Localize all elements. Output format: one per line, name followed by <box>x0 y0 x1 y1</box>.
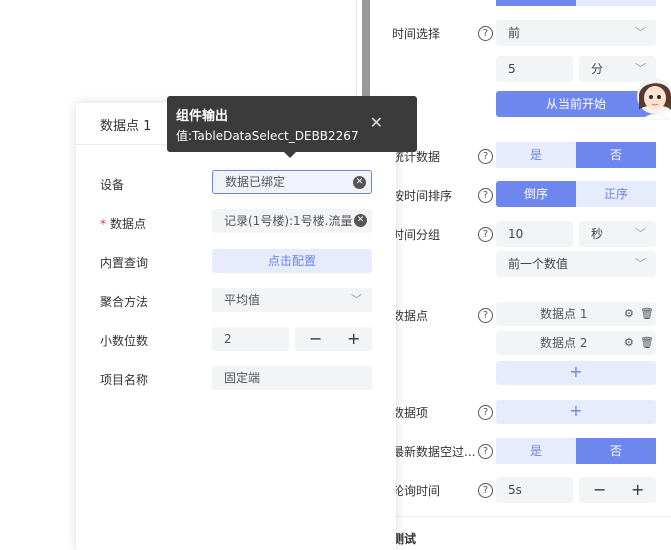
datapoint-label: * 数据点 <box>100 215 146 232</box>
point-item[interactable]: 数据点 2 ⚙ 🗑 <box>496 331 656 355</box>
clear-icon[interactable]: ✕ <box>354 214 367 227</box>
help-icon[interactable]: ? <box>478 149 493 164</box>
help-icon[interactable]: ? <box>478 26 493 41</box>
poll-stepper: − + <box>579 477 656 503</box>
group-unit-value: 秒 <box>591 227 604 241</box>
help-icon[interactable]: ? <box>478 483 493 498</box>
time-amount-value: 5 <box>508 62 516 76</box>
minus-button[interactable]: − <box>593 477 606 503</box>
poll-value: 5s <box>508 483 522 497</box>
item-name-input[interactable]: 固定端 <box>212 366 372 390</box>
item-name-label: 项目名称 <box>100 373 149 387</box>
prev-segment-on[interactable] <box>496 0 576 6</box>
time-amount-input[interactable]: 5 <box>496 56 573 82</box>
assistant-avatar[interactable] <box>633 74 671 120</box>
help-icon[interactable]: ? <box>478 188 493 203</box>
group-unit-select[interactable]: 秒 ﹀ <box>579 221 656 247</box>
trash-icon[interactable]: 🗑 <box>640 302 654 326</box>
tooltip-arrow <box>284 152 296 158</box>
settings-panel: 时间选择 ? 前 ﹀ 5 分 ﹀ 从当前开始 统计数据 ? 是 否 按时间排序 … <box>372 0 671 550</box>
decimals-stepper: − + <box>295 327 372 351</box>
section-divider <box>372 516 671 517</box>
datapoint-label-text: 数据点 <box>110 217 147 231</box>
poll-input[interactable]: 5s <box>496 477 573 503</box>
chevron-down-icon: ﹀ <box>635 257 646 270</box>
device-input[interactable]: 数据已绑定 ✕ <box>212 170 372 194</box>
decimals-label: 小数位数 <box>100 334 149 348</box>
help-icon[interactable]: ? <box>478 308 493 323</box>
add-point-button[interactable]: + <box>496 361 656 385</box>
datapoint-value: 记录(1号楼):1号楼.流量 <box>224 214 353 228</box>
datapoint-dialog: 数据点 1 设备 数据已绑定 ✕ * 数据点 记录(1号楼):1号楼.流量 ✕ 内… <box>76 103 396 550</box>
chevron-down-icon: ﹀ <box>635 227 646 240</box>
from-now-button[interactable]: 从当前开始 <box>496 91 656 117</box>
group-amount-input[interactable]: 10 <box>496 221 573 247</box>
trash-icon[interactable]: 🗑 <box>640 331 654 355</box>
chevron-down-icon: ﹀ <box>351 293 362 306</box>
datapoint-input[interactable]: 记录(1号楼):1号楼.流量 ✕ <box>212 209 372 233</box>
group-fill-select[interactable]: 前一个数值 ﹀ <box>496 251 656 277</box>
configure-button[interactable]: 点击配置 <box>212 249 372 273</box>
gear-icon[interactable]: ⚙ <box>624 302 634 326</box>
time-direction-select[interactable]: 前 ﹀ <box>496 20 656 46</box>
chevron-down-icon: ﹀ <box>635 26 646 39</box>
stats-no-option[interactable]: 否 <box>576 142 656 168</box>
point-item-label: 数据点 1 <box>540 307 588 321</box>
plus-button[interactable]: + <box>631 477 644 503</box>
device-value: 数据已绑定 <box>225 175 286 189</box>
latest-empty-yes-option[interactable]: 是 <box>496 438 576 464</box>
decimals-value: 2 <box>224 332 232 346</box>
prev-segment-off[interactable] <box>576 0 656 6</box>
required-mark: * <box>100 217 106 231</box>
sort-desc-option[interactable]: 倒序 <box>496 181 576 207</box>
close-icon[interactable]: ✕ <box>370 113 383 132</box>
point-item-label: 数据点 2 <box>540 336 588 350</box>
help-icon[interactable]: ? <box>478 227 493 242</box>
latest-empty-label: 最新数据空过... <box>392 445 476 459</box>
items-label: 数据项 <box>392 406 429 420</box>
tooltip-value: 值:TableDataSelect_DEBB2267 <box>176 129 359 143</box>
plus-button[interactable]: + <box>347 327 360 351</box>
time-direction-value: 前 <box>508 26 521 40</box>
time-unit-value: 分 <box>591 62 604 76</box>
scrollbar[interactable] <box>362 0 370 100</box>
aggregation-select[interactable]: 平均值 ﹀ <box>212 288 372 312</box>
poll-label: 轮询时间 <box>392 484 441 498</box>
sort-label: 按时间排序 <box>392 189 453 203</box>
latest-empty-no-option[interactable]: 否 <box>576 438 656 464</box>
clear-icon[interactable]: ✕ <box>353 176 366 189</box>
group-amount-value: 10 <box>508 227 524 241</box>
time-select-label: 时间选择 <box>392 27 441 41</box>
builtin-query-label: 内置查询 <box>100 256 149 270</box>
add-item-button[interactable]: + <box>496 400 656 424</box>
tooltip-title: 组件输出 <box>176 109 229 124</box>
device-label: 设备 <box>100 178 125 192</box>
decimals-input[interactable]: 2 <box>212 327 289 351</box>
points-label: 数据点 <box>392 309 429 323</box>
tab-datapoint-1[interactable]: 数据点 1 <box>100 115 151 134</box>
stats-yes-option[interactable]: 是 <box>496 142 576 168</box>
gear-icon[interactable]: ⚙ <box>624 331 634 355</box>
minus-button[interactable]: − <box>309 327 322 351</box>
point-item[interactable]: 数据点 1 ⚙ 🗑 <box>496 302 656 326</box>
output-tooltip: 组件输出 值:TableDataSelect_DEBB2267 ✕ <box>167 96 417 158</box>
help-icon[interactable]: ? <box>478 405 493 420</box>
sort-asc-option[interactable]: 正序 <box>576 181 656 207</box>
item-name-value: 固定端 <box>224 371 261 385</box>
aggregation-label: 聚合方法 <box>100 295 149 309</box>
aggregation-value: 平均值 <box>224 293 261 307</box>
group-label: 时间分组 <box>392 228 441 242</box>
help-icon[interactable]: ? <box>478 444 493 459</box>
group-fill-value: 前一个数值 <box>508 257 569 271</box>
